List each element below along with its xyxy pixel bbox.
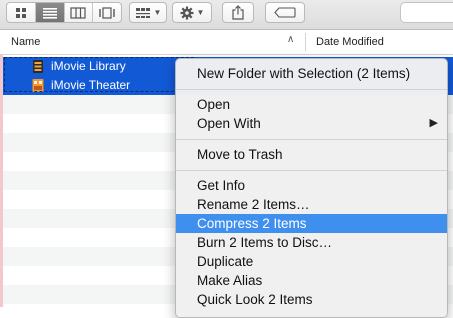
menu-item-label: Duplicate (197, 254, 254, 269)
share-button[interactable] (222, 2, 254, 23)
menu-item-label: Quick Look 2 Items (197, 292, 313, 307)
coverflow-icon (99, 6, 115, 19)
tags-button[interactable] (265, 2, 305, 23)
grid-icon (15, 7, 26, 18)
menu-separator (176, 139, 447, 140)
list-icon (42, 7, 57, 19)
search-field[interactable] (400, 2, 453, 23)
menu-item-open[interactable]: Open (176, 95, 447, 114)
column-header: Name ∧ Date Modified (0, 30, 453, 55)
menu-item-make-alias[interactable]: Make Alias (176, 271, 447, 290)
column-view-button[interactable] (63, 3, 93, 22)
menu-item-label: Open With (197, 116, 261, 131)
context-menu: New Folder with Selection (2 Items) Open… (175, 58, 448, 318)
menu-item-duplicate[interactable]: Duplicate (176, 252, 447, 271)
chevron-down-icon: ▼ (196, 7, 205, 17)
menu-item-label: Move to Trash (197, 147, 283, 162)
imovie-theater-icon (32, 79, 44, 92)
gear-icon (180, 6, 194, 19)
menu-item-label: Open (197, 97, 231, 112)
menu-item-label: Burn 2 Items to Disc… (197, 235, 333, 250)
menu-item-get-info[interactable]: Get Info (176, 176, 447, 195)
share-icon (232, 5, 244, 20)
menu-item-quick-look[interactable]: Quick Look 2 Items (176, 290, 447, 309)
menu-item-label: Compress 2 Items (197, 216, 307, 231)
submenu-arrow-icon: ▶ (429, 117, 438, 129)
columns-icon (70, 6, 86, 19)
finder-toolbar: ▼ ▼ (0, 0, 453, 30)
menu-item-move-to-trash[interactable]: Move to Trash (176, 145, 447, 164)
menu-item-label: New Folder with Selection (2 Items) (197, 66, 411, 81)
list-view-button[interactable] (34, 3, 64, 22)
menu-separator (176, 170, 447, 171)
menu-item-new-folder-with-selection[interactable]: New Folder with Selection (2 Items) (176, 64, 447, 83)
view-mode-control (6, 2, 122, 23)
column-divider[interactable] (305, 33, 306, 51)
icon-view-button[interactable] (7, 3, 35, 22)
chevron-down-icon: ▼ (153, 7, 162, 17)
gallery-view-button[interactable] (92, 3, 121, 22)
name-column-header[interactable]: Name (11, 36, 40, 48)
file-name: iMovie Library (51, 59, 126, 73)
arrange-button[interactable]: ▼ (129, 2, 167, 23)
menu-item-label: Get Info (197, 178, 246, 193)
menu-separator (176, 89, 447, 90)
menu-item-label: Rename 2 Items… (197, 197, 310, 212)
file-name: iMovie Theater (51, 78, 131, 92)
tag-icon (274, 7, 296, 18)
sort-ascending-icon: ∧ (287, 34, 295, 45)
date-modified-column-header[interactable]: Date Modified (316, 36, 384, 48)
menu-item-burn-to-disc[interactable]: Burn 2 Items to Disc… (176, 233, 447, 252)
arrange-grid-icon (135, 7, 150, 18)
imovie-library-icon (33, 60, 43, 73)
menu-item-open-with[interactable]: Open With ▶ (176, 114, 447, 133)
menu-item-label: Make Alias (197, 273, 263, 288)
menu-item-compress[interactable]: Compress 2 Items (176, 214, 447, 233)
menu-item-rename[interactable]: Rename 2 Items… (176, 195, 447, 214)
action-button[interactable]: ▼ (172, 2, 212, 23)
